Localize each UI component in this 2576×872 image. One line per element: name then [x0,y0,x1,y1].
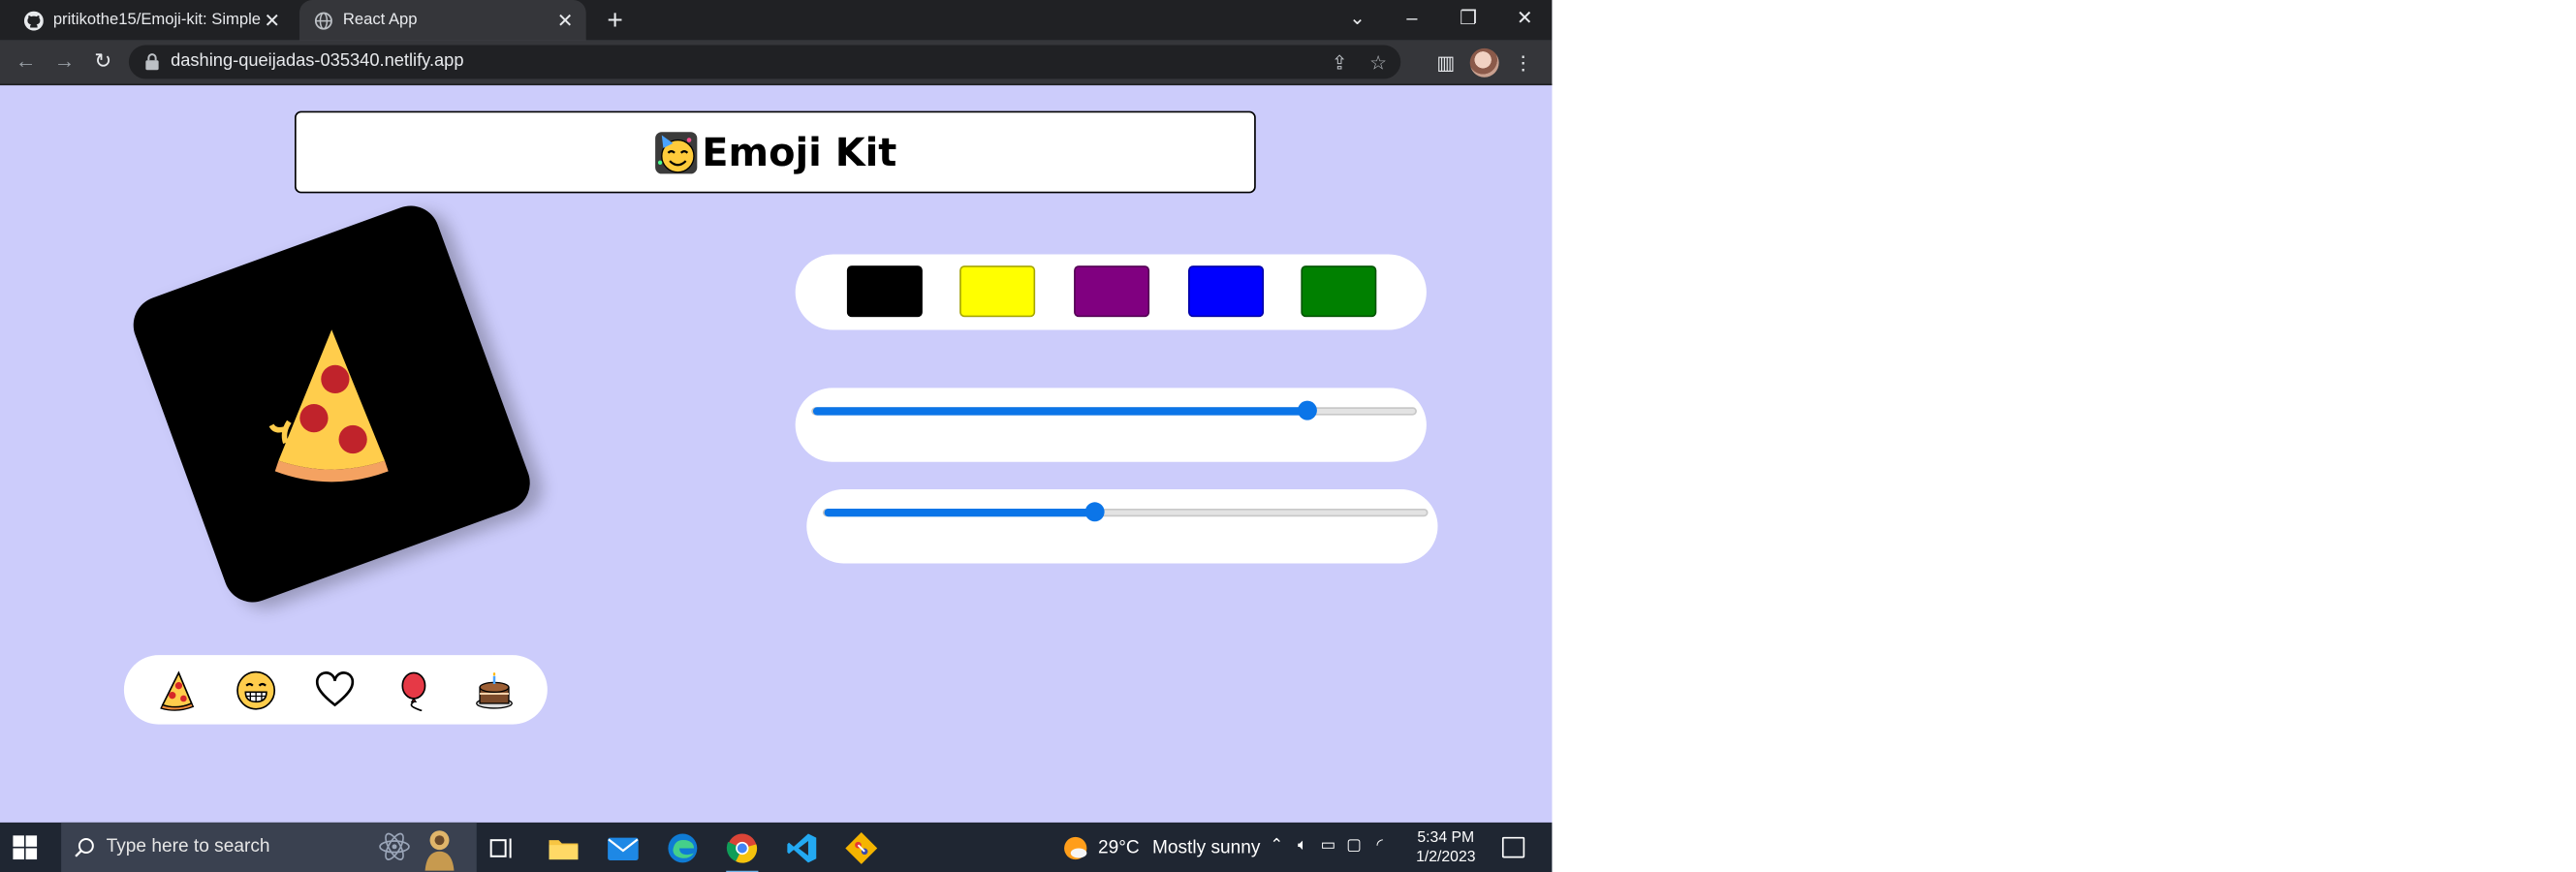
emoji-option-pizza[interactable] [154,668,200,713]
windows-start-icon[interactable] [13,835,38,860]
wifi-icon[interactable]: ◜ [1368,835,1391,857]
edge-browser-icon[interactable] [663,829,702,868]
share-icon[interactable]: ⇪ [1327,49,1353,76]
tab-title: pritikothe15/Emoji-kit: Simple en [52,11,262,29]
notification-center-icon[interactable] [1501,836,1525,858]
file-explorer-icon[interactable] [545,829,583,868]
new-tab-icon[interactable]: + [599,5,631,37]
color-swatch-green[interactable] [1301,265,1377,318]
slider-thumb[interactable] [1297,400,1317,420]
lock-icon [145,53,159,71]
task-view-icon[interactable] [483,829,521,868]
color-picker [795,254,1427,330]
back-icon[interactable]: ← [12,47,41,76]
url-text: dashing-queijadas-035340.netlify.app [171,51,464,72]
clock-time: 5:34 PM [1417,828,1475,847]
slider-track[interactable] [811,400,1417,420]
color-swatch-black[interactable] [846,265,923,318]
scientist-figure-icon [424,830,455,871]
slider-thumb[interactable] [1085,502,1106,522]
rotation-slider-container [806,489,1438,564]
tab-close-icon[interactable]: ✕ [261,9,283,31]
tab-github[interactable]: pritikothe15/Emoji-kit: Simple en ✕ [10,0,293,41]
size-slider-container [795,388,1427,462]
emoji-option-grinning[interactable] [234,668,279,713]
page-title-text: Emoji Kit [702,129,897,175]
windows-taskbar: Type here to search 29°C Mostly sunny ⌃ … [0,822,1553,872]
tab-close-icon[interactable]: ✕ [553,9,576,31]
cake-icon [476,670,514,708]
screen: pritikothe15/Emoji-kit: Simple en ✕ Reac… [0,0,1553,872]
taskbar-search[interactable]: Type here to search [61,822,477,872]
forward-icon[interactable]: → [49,47,79,76]
browser-tab-strip: pritikothe15/Emoji-kit: Simple en ✕ Reac… [0,0,1553,41]
system-clock[interactable]: 5:34 PM 1/2/2023 [1404,829,1488,868]
emoji-option-cake[interactable] [472,668,518,713]
emoji-preview-card [125,198,539,610]
pizza-icon [268,329,389,483]
bookmark-star-icon[interactable]: ☆ [1366,49,1392,76]
browser-toolbar: ← → ↻ dashing-queijadas-035340.netlify.a… [0,40,1553,86]
vscode-icon[interactable] [782,829,821,868]
color-swatch-purple[interactable] [1074,265,1150,318]
volume-icon[interactable]: 🔈︎ [1291,835,1313,857]
git-app-icon[interactable] [842,829,881,868]
balloon-icon [401,670,426,711]
globe-icon [314,11,333,30]
slider-fill [824,508,1096,517]
show-hidden-icons-icon[interactable]: ⌃ [1266,835,1288,857]
tab-title: React App [342,11,418,29]
emoji-option-balloon[interactable] [393,668,438,713]
tab-react-app[interactable]: React App ✕ [298,0,586,41]
atom-icon [379,832,410,860]
weather-temp: 29°C [1097,837,1140,857]
partly-sunny-icon [1064,836,1087,859]
window-close-icon[interactable]: ✕ [1497,0,1552,41]
grinning-face-icon [236,670,276,709]
heart-icon [316,670,355,706]
clock-date: 1/2/2023 [1416,848,1476,866]
mail-icon[interactable] [604,829,643,868]
weather-condition: Mostly sunny [1151,837,1261,857]
pizza-icon [159,670,194,710]
meet-now-icon[interactable]: ▢ [1342,835,1365,857]
battery-icon[interactable]: ▭ [1317,835,1339,857]
slider-track[interactable] [822,502,1429,522]
github-icon [23,10,44,30]
search-placeholder: Type here to search [106,836,270,856]
color-swatch-blue[interactable] [1188,265,1265,318]
side-panel-icon[interactable]: ▥ [1431,48,1461,78]
chrome-icon[interactable] [723,829,762,872]
tab-search-icon[interactable]: ⌄ [1330,0,1384,41]
search-icon [75,838,94,857]
restore-icon[interactable]: ❐ [1441,0,1495,41]
emoji-selector [123,655,548,725]
slider-fill [812,407,1307,416]
menu-kebab-icon[interactable]: ⋮ [1509,48,1538,78]
app-header: Emoji Kit [295,110,1256,194]
color-swatch-yellow[interactable] [959,265,1036,318]
weather-widget[interactable]: 29°C Mostly sunny [1062,823,1260,872]
page-title: Emoji Kit [653,129,897,175]
profile-avatar[interactable] [1469,47,1499,78]
address-bar[interactable]: dashing-queijadas-035340.netlify.app ⇪ ☆ [128,45,1401,79]
partying-face-icon [655,131,698,173]
reload-icon[interactable]: ↻ [88,47,117,76]
minimize-icon[interactable]: – [1385,0,1439,41]
emoji-option-heart[interactable] [313,668,359,713]
